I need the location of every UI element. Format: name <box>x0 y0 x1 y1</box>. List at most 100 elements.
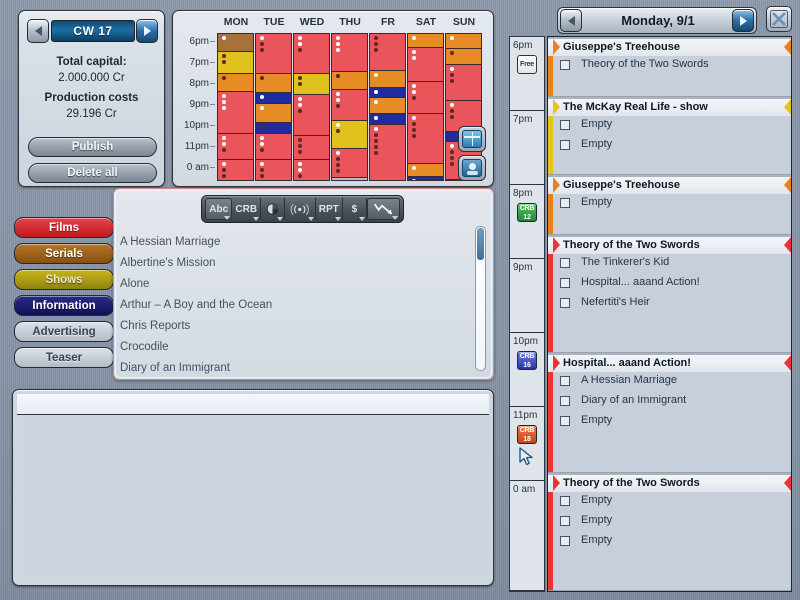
list-item[interactable]: Albertine's Mission <box>120 252 450 273</box>
week-grid-slot[interactable] <box>370 98 405 114</box>
schedule-block[interactable]: Theory of the Two Swords Empty Empty Empty <box>548 475 791 591</box>
week-grid-slot[interactable] <box>294 95 329 136</box>
week-grid-slot[interactable] <box>332 90 367 121</box>
week-grid[interactable]: MON TUE WED THU FR SAT SUN 6pm 7pm 8pm 9pm 10pm 11pm… <box>179 16 489 182</box>
repeat-filter-button[interactable]: RPT <box>316 198 343 221</box>
schedule-block[interactable]: Giuseppe's Treehouse Theory of the Two Sw… <box>548 39 791 97</box>
week-grid-slot[interactable] <box>332 34 367 72</box>
time-slot[interactable]: 7pm <box>510 111 544 185</box>
week-grid-slot[interactable] <box>256 123 291 134</box>
item-checkbox[interactable] <box>560 60 570 70</box>
week-grid-slot[interactable] <box>332 178 367 180</box>
item-checkbox[interactable] <box>560 258 570 268</box>
list-scrollbar[interactable] <box>475 226 486 371</box>
item-checkbox[interactable] <box>560 416 570 426</box>
item-checkbox[interactable] <box>560 396 570 406</box>
week-grid-slot[interactable] <box>332 121 367 149</box>
week-grid-slot[interactable] <box>408 34 443 48</box>
week-grid-slot[interactable] <box>256 93 291 104</box>
prev-day-button[interactable] <box>560 9 582 32</box>
week-grid-slot[interactable] <box>256 74 291 93</box>
block-item[interactable]: Theory of the Two Swords <box>548 56 791 76</box>
time-slot[interactable]: 8pm CRB 12 <box>510 185 544 259</box>
week-grid-slot[interactable] <box>370 71 405 88</box>
block-item[interactable]: A Hessian Marriage <box>548 372 791 392</box>
item-checkbox[interactable] <box>560 278 570 288</box>
week-grid-slot[interactable] <box>218 74 253 92</box>
time-slot[interactable]: 6pm Free <box>510 37 544 111</box>
schedule-block[interactable]: Hospital... aaand Action! A Hessian Marri… <box>548 355 791 473</box>
block-item[interactable]: Empty <box>548 492 791 512</box>
week-grid-slot[interactable] <box>408 114 443 164</box>
week-grid-slot[interactable] <box>332 149 367 178</box>
disc-view-button[interactable] <box>458 155 486 181</box>
schedule-block[interactable]: The McKay Real Life - show Empty Empty <box>548 99 791 175</box>
week-grid-slot[interactable] <box>370 88 405 98</box>
week-grid-slot[interactable] <box>408 82 443 114</box>
week-grid-column[interactable] <box>331 33 368 181</box>
block-item[interactable]: Empty <box>548 194 791 214</box>
week-grid-slot[interactable] <box>446 65 481 101</box>
item-checkbox[interactable] <box>560 198 570 208</box>
tab-teaser[interactable]: Teaser <box>14 347 114 368</box>
week-grid-slot[interactable] <box>218 34 253 52</box>
week-grid-slot[interactable] <box>446 34 481 49</box>
week-grid-column[interactable] <box>369 33 406 181</box>
week-grid-slot[interactable] <box>256 34 291 74</box>
week-grid-slot[interactable] <box>218 160 253 180</box>
item-checkbox[interactable] <box>560 496 570 506</box>
tab-information[interactable]: Information <box>14 295 114 316</box>
week-grid-slot[interactable] <box>408 177 443 180</box>
week-grid-slot[interactable] <box>218 52 253 74</box>
block-item[interactable]: Empty <box>548 512 791 532</box>
week-grid-slot[interactable] <box>294 74 329 95</box>
list-item[interactable]: Chris Reports <box>120 315 450 336</box>
tab-serials[interactable]: Serials <box>14 243 114 264</box>
schedule-block[interactable]: Giuseppe's Treehouse Empty <box>548 177 791 235</box>
close-button[interactable] <box>766 6 792 32</box>
week-grid-column[interactable] <box>255 33 292 181</box>
week-grid-slot[interactable] <box>408 164 443 177</box>
list-item[interactable]: Arthur – A Boy and the Ocean <box>120 294 450 315</box>
week-grid-slot[interactable] <box>256 160 291 180</box>
time-slot[interactable]: 10pm CRB 16 <box>510 333 544 407</box>
block-item[interactable]: Empty <box>548 412 791 432</box>
delete-all-button[interactable]: Delete all <box>28 163 157 183</box>
item-checkbox[interactable] <box>560 140 570 150</box>
list-scrollbar-thumb[interactable] <box>477 228 484 260</box>
schedule-block[interactable]: Theory of the Two Swords The Tinkerer's K… <box>548 237 791 353</box>
block-item[interactable]: Hospital... aaand Action! <box>548 274 791 294</box>
tab-advertising[interactable]: Advertising <box>14 321 114 342</box>
week-grid-slot[interactable] <box>256 104 291 123</box>
item-checkbox[interactable] <box>560 298 570 308</box>
time-slot[interactable]: 11pm CRB 18 <box>510 407 544 481</box>
week-grid-slot[interactable] <box>370 125 405 180</box>
week-grid-slot[interactable] <box>408 48 443 82</box>
item-checkbox[interactable] <box>560 516 570 526</box>
block-item[interactable]: Empty <box>548 116 791 136</box>
list-item[interactable]: Alone <box>120 273 450 294</box>
publish-button[interactable]: Publish <box>28 137 157 157</box>
block-item[interactable]: Nefertiti's Heir <box>548 294 791 314</box>
block-item[interactable]: Empty <box>548 532 791 552</box>
genre-filter-button[interactable] <box>261 198 286 221</box>
week-grid-slot[interactable] <box>218 92 253 134</box>
item-checkbox[interactable] <box>560 120 570 130</box>
rating-filter-button[interactable]: CRB <box>232 198 262 221</box>
tab-shows[interactable]: Shows <box>14 269 114 290</box>
trend-filter-button[interactable] <box>366 198 401 220</box>
grid-view-button[interactable] <box>458 126 486 152</box>
week-grid-column[interactable] <box>293 33 330 181</box>
block-item[interactable]: Diary of an Immigrant <box>548 392 791 412</box>
tab-films[interactable]: Films <box>14 217 114 238</box>
next-day-button[interactable] <box>732 9 754 32</box>
week-grid-slot[interactable] <box>218 134 253 160</box>
prev-week-button[interactable] <box>27 19 49 43</box>
item-checkbox[interactable] <box>560 536 570 546</box>
week-grid-slot[interactable] <box>370 34 405 71</box>
price-filter-button[interactable]: $ <box>343 198 367 221</box>
week-grid-column[interactable] <box>407 33 444 181</box>
broadcast-filter-button[interactable] <box>285 198 316 221</box>
week-grid-slot[interactable] <box>294 136 329 160</box>
next-week-button[interactable] <box>136 19 158 43</box>
